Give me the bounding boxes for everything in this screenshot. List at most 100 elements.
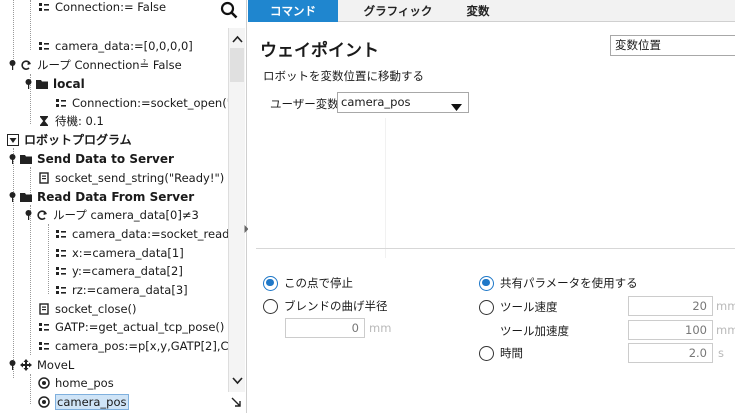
divider — [385, 118, 386, 258]
stop-at-point-radio[interactable]: この点で停止 — [263, 275, 353, 291]
waypoint-icon — [38, 376, 50, 389]
radio-unselected-icon — [263, 298, 278, 314]
radio-selected-icon — [263, 275, 278, 291]
tree-row-assign[interactable]: Connection:= False — [38, 0, 166, 16]
section-divider — [256, 248, 735, 249]
scrollbar-thumb[interactable] — [230, 48, 244, 82]
tree-row-folder-local[interactable]: local — [22, 74, 85, 93]
tree-row-folder-send[interactable]: Send Data to Server — [6, 149, 174, 168]
radio-selected-icon — [479, 275, 494, 291]
assignment-icon — [38, 40, 50, 52]
tree-row-label: Connection:= False — [55, 0, 167, 14]
tree-row-assign[interactable]: camera_pos:=p[x,y,GATP[2],C — [38, 336, 229, 355]
script-icon — [38, 171, 50, 184]
tree-row-label: ロボットプログラム — [24, 133, 132, 147]
tool-speed-label: ツール速度 — [500, 300, 558, 314]
tab-bar: コマンド グラフィック 変数 — [248, 0, 735, 22]
waypoint-description: ロボットを変数位置に移動する — [263, 69, 424, 83]
tree-row-loop[interactable]: ループ camera_data[0]≠3 — [22, 205, 199, 224]
assignment-icon — [38, 340, 50, 352]
tool-accel-label: ツール加速度 — [500, 324, 569, 338]
folder-icon — [36, 78, 48, 90]
assignment-icon — [55, 265, 67, 277]
resize-grip-icon[interactable] — [228, 392, 245, 413]
search-button[interactable] — [216, 0, 242, 22]
move-icon — [20, 358, 32, 371]
tree-row-wait[interactable]: 待機: 0.1 — [38, 111, 104, 130]
radio-unselected-icon — [479, 345, 494, 361]
tool-speed-unit: mm — [716, 299, 735, 313]
blend-radius-radio[interactable]: ブレンドの曲げ半径 — [263, 298, 388, 314]
tree-row-label: socket_close() — [55, 301, 137, 316]
tree-row-label: socket_send_string("Ready!") — [55, 170, 225, 185]
tree-row-assign[interactable]: x:=camera_data[1] — [55, 243, 184, 262]
scroll-down-icon[interactable] — [232, 374, 243, 388]
page-title: ウェイポイント — [260, 41, 379, 61]
tree-row-script[interactable]: socket_close() — [38, 299, 137, 318]
shared-params-radio[interactable]: 共有パラメータを使用する — [479, 275, 638, 291]
tree-row-robot-program[interactable]: ロボットプログラム — [7, 130, 132, 149]
tree-row-script[interactable]: socket_send_string("Ready!") — [38, 168, 224, 187]
tree-row-assign[interactable]: rz:=camera_data[3] — [55, 280, 188, 299]
radio-unselected-icon — [479, 299, 494, 315]
assignment-icon — [38, 321, 50, 333]
pin-icon — [22, 209, 34, 221]
pin-icon — [6, 59, 18, 71]
tool-accel-field[interactable]: 100 — [628, 320, 713, 340]
tree-row-label: ループ Connection≟ False — [37, 57, 182, 72]
tab-variables[interactable]: 変数 — [448, 0, 508, 22]
tree-row-label: MoveL — [37, 357, 75, 372]
tree-row-label: camera_pos:=p[x,y,GATP[2],C — [55, 338, 229, 353]
tree-row-label: home_pos — [55, 375, 114, 390]
tree-row-label: camera_data:=socket_read — [72, 226, 230, 241]
program-tree: Connection:= False camera_data:=[0,0,0,0… — [0, 0, 230, 413]
blend-radius-unit: mm — [369, 321, 392, 335]
blend-radius-field[interactable]: 0 — [285, 318, 365, 338]
waypoint-type-select[interactable]: 変数位置 — [610, 35, 735, 56]
hourglass-icon — [38, 115, 50, 127]
scroll-up-icon[interactable] — [232, 32, 243, 46]
tree-row-label: Read Data From Server — [37, 189, 195, 204]
tool-speed-field[interactable]: 20 — [628, 296, 713, 316]
tree-row-loop[interactable]: ループ Connection≟ False — [6, 55, 182, 74]
tool-speed-radio[interactable]: ツール速度 — [479, 299, 558, 315]
tree-row-label: ループ camera_data[0]≠3 — [53, 207, 199, 222]
tree-scrollbar[interactable] — [228, 28, 245, 392]
tree-row-label: x:=camera_data[1] — [72, 245, 184, 260]
waypoint-icon — [38, 395, 50, 408]
user-variable-select[interactable]: camera_pos — [337, 92, 469, 113]
folder-icon — [20, 191, 32, 203]
tab-command[interactable]: コマンド — [248, 0, 338, 22]
loop-icon — [20, 59, 32, 71]
assignment-icon — [55, 247, 67, 259]
tree-row-label: y:=camera_data[2] — [72, 263, 183, 278]
tree-row-assign[interactable]: camera_data:=[0,0,0,0] — [38, 36, 193, 55]
blend-radius-label: ブレンドの曲げ半径 — [284, 299, 388, 313]
script-icon — [38, 302, 50, 315]
collapse-triangle-icon — [7, 133, 19, 146]
tool-accel-unit: mm — [716, 323, 735, 337]
command-panel: ウェイポイント 変数位置 ロボットを変数位置に移動する ユーザー変数 camer… — [248, 22, 735, 413]
tree-row-waypoint[interactable]: home_pos — [38, 373, 114, 392]
tree-row-label: 待機: 0.1 — [55, 113, 104, 128]
tree-row-waypoint-selected[interactable]: camera_pos — [38, 392, 129, 411]
tree-row-label: camera_pos — [55, 393, 129, 410]
chevron-down-icon — [451, 98, 462, 117]
search-icon — [220, 1, 238, 22]
time-radio[interactable]: 時間 — [479, 345, 523, 361]
pin-icon — [6, 359, 18, 371]
tree-row-assign[interactable]: Connection:=socket_open(' — [55, 93, 230, 112]
tree-row-assign[interactable]: GATP:=get_actual_tcp_pose() — [38, 317, 224, 336]
pin-icon — [22, 78, 34, 90]
tree-row-folder-read[interactable]: Read Data From Server — [6, 187, 194, 206]
tree-row-assign[interactable]: camera_data:=socket_read — [55, 224, 229, 243]
tree-row-label: GATP:=get_actual_tcp_pose() — [55, 319, 225, 334]
tree-row-movel[interactable]: MoveL — [6, 355, 74, 374]
pin-icon — [6, 153, 18, 165]
tree-row-label: Send Data to Server — [37, 151, 174, 166]
tree-row-assign[interactable]: y:=camera_data[2] — [55, 261, 183, 280]
folder-icon — [20, 153, 32, 165]
time-field[interactable]: 2.0 — [628, 343, 713, 363]
tab-graphics[interactable]: グラフィック — [343, 0, 453, 22]
shared-params-label: 共有パラメータを使用する — [500, 276, 638, 290]
